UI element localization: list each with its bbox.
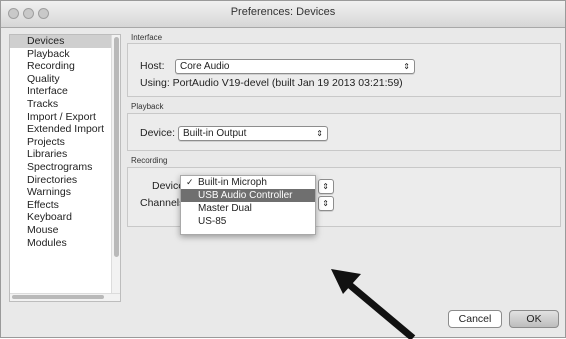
host-select-value: Core Audio bbox=[180, 61, 230, 72]
pointer-arrow-icon bbox=[331, 269, 416, 339]
preferences-sidebar[interactable]: Devices Playback Recording Quality Inter… bbox=[9, 34, 121, 302]
sidebar-item-interface[interactable]: Interface bbox=[10, 85, 120, 98]
menu-item-label: USB Audio Controller bbox=[198, 190, 293, 201]
sidebar-item-libraries[interactable]: Libraries bbox=[10, 148, 120, 161]
sidebar-vertical-scrollbar[interactable] bbox=[111, 35, 120, 301]
interface-section-label: Interface bbox=[131, 33, 163, 42]
menu-item-label: US-85 bbox=[198, 216, 227, 227]
sidebar-item-quality[interactable]: Quality bbox=[10, 73, 120, 86]
using-info: Using: PortAudio V19-devel (built Jan 19… bbox=[140, 77, 403, 89]
sidebar-item-projects[interactable]: Projects bbox=[10, 136, 120, 149]
recording-channels-label: Channels bbox=[140, 197, 185, 209]
sidebar-vertical-scroll-thumb[interactable] bbox=[114, 37, 119, 257]
playback-device-value: Built-in Output bbox=[183, 128, 247, 139]
sidebar-item-directories[interactable]: Directories bbox=[10, 174, 120, 187]
sidebar-item-recording[interactable]: Recording bbox=[10, 60, 120, 73]
interface-group-box: Host: Core Audio ⇕ Using: PortAudio V19-… bbox=[127, 43, 561, 97]
sidebar-item-effects[interactable]: Effects bbox=[10, 199, 120, 212]
chevron-updown-icon: ⇕ bbox=[322, 182, 329, 191]
sidebar-item-import-export[interactable]: Import / Export bbox=[10, 111, 120, 124]
sidebar-item-modules[interactable]: Modules bbox=[10, 237, 120, 250]
sidebar-item-tracks[interactable]: Tracks bbox=[10, 98, 120, 111]
sidebar-item-extended-import[interactable]: Extended Import bbox=[10, 123, 120, 136]
menu-item-built-in-microph[interactable]: ✓ Built-in Microph bbox=[181, 176, 315, 189]
sidebar-item-devices[interactable]: Devices bbox=[10, 35, 120, 48]
host-select[interactable]: Core Audio ⇕ bbox=[175, 59, 415, 74]
sidebar-item-mouse[interactable]: Mouse bbox=[10, 224, 120, 237]
recording-channels-select-stepper[interactable]: ⇕ bbox=[318, 196, 334, 211]
sidebar-horizontal-scrollbar[interactable] bbox=[10, 293, 120, 301]
chevron-updown-icon: ⇕ bbox=[316, 129, 323, 138]
menu-item-us-85[interactable]: US-85 bbox=[181, 215, 315, 228]
preferences-window: Preferences: Devices Devices Playback Re… bbox=[0, 0, 566, 339]
playback-device-label: Device: bbox=[140, 127, 176, 139]
chevron-updown-icon: ⇕ bbox=[322, 199, 329, 208]
recording-section-label: Recording bbox=[131, 156, 168, 165]
sidebar-item-playback[interactable]: Playback bbox=[10, 48, 120, 61]
host-label: Host: bbox=[140, 60, 165, 72]
sidebar-horizontal-scroll-thumb[interactable] bbox=[12, 295, 104, 299]
menu-item-label: Master Dual bbox=[198, 203, 252, 214]
menu-item-label: Built-in Microph bbox=[198, 177, 267, 188]
sidebar-item-keyboard[interactable]: Keyboard bbox=[10, 211, 120, 224]
chevron-updown-icon: ⇕ bbox=[403, 62, 410, 71]
ok-button[interactable]: OK bbox=[509, 310, 559, 328]
playback-group-box: Device: Built-in Output ⇕ bbox=[127, 113, 561, 151]
menu-item-usb-audio-controller[interactable]: USB Audio Controller bbox=[181, 189, 315, 202]
sidebar-item-spectrograms[interactable]: Spectrograms bbox=[10, 161, 120, 174]
menu-item-master-dual[interactable]: Master Dual bbox=[181, 202, 315, 215]
sidebar-item-warnings[interactable]: Warnings bbox=[10, 186, 120, 199]
cancel-button[interactable]: Cancel bbox=[448, 310, 502, 328]
recording-device-select-stepper[interactable]: ⇕ bbox=[318, 179, 334, 194]
playback-device-select[interactable]: Built-in Output ⇕ bbox=[178, 126, 328, 141]
title-bar: Preferences: Devices bbox=[1, 1, 565, 28]
playback-section-label: Playback bbox=[131, 102, 164, 111]
checkmark-icon: ✓ bbox=[186, 177, 194, 187]
recording-device-dropdown[interactable]: ✓ Built-in Microph USB Audio Controller … bbox=[180, 175, 316, 235]
window-title: Preferences: Devices bbox=[230, 6, 336, 18]
